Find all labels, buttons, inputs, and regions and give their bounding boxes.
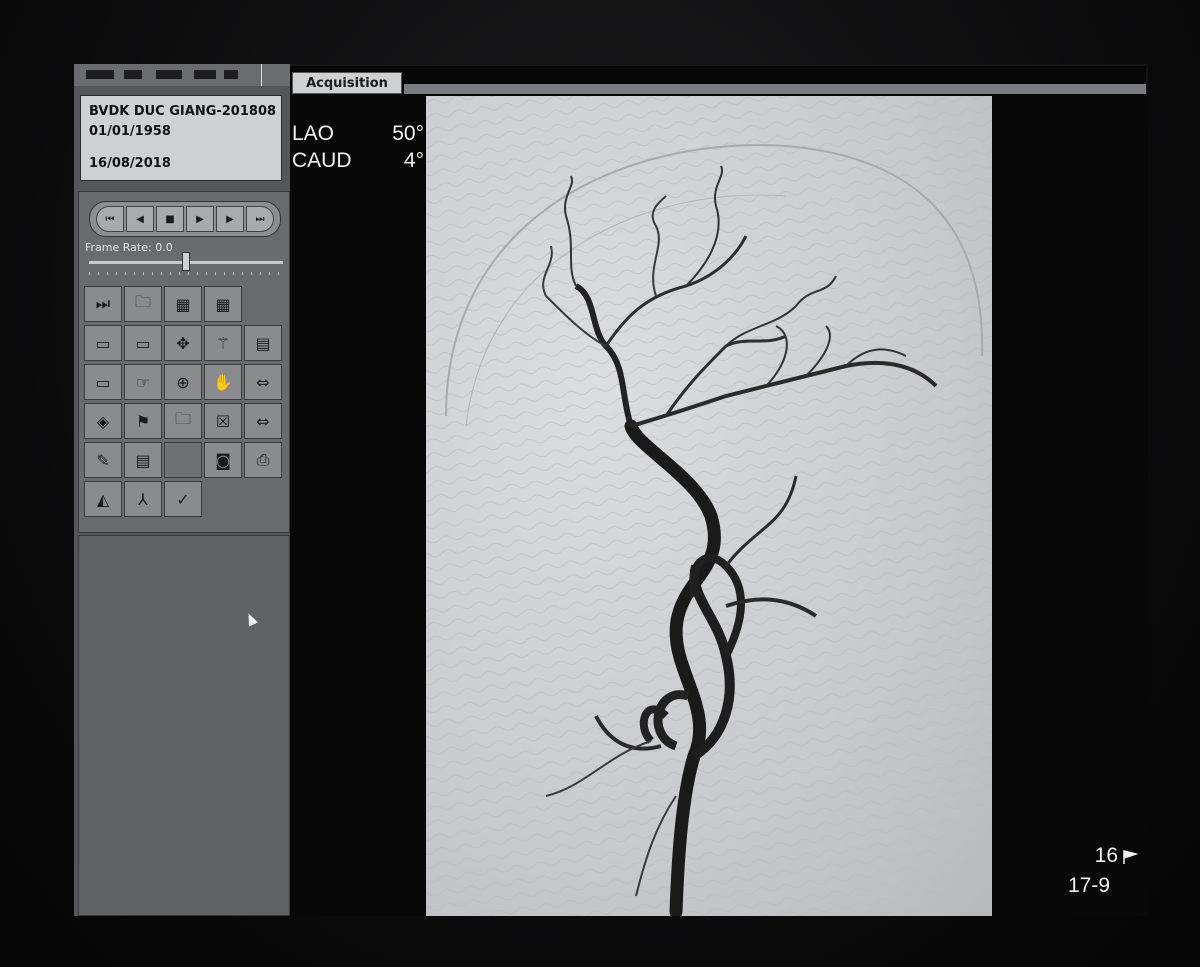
angle-row: LAO 50° <box>292 120 424 147</box>
zoom-image-button[interactable]: ⊕ <box>164 364 202 400</box>
skip-return-icon: ⏭ <box>95 294 111 313</box>
first-frame-icon: ⏮ <box>105 213 115 225</box>
playback-transport: ⏮ ◀ ■ ▶ ▶ ⏭ <box>89 201 281 237</box>
close-box-icon: ☒ <box>215 411 231 431</box>
patient-name: BVDK DUC GIANG-201808 <box>89 104 277 119</box>
print-film-button[interactable]: ▤ <box>244 325 282 361</box>
frame-grid-button[interactable]: ▦ <box>164 286 202 322</box>
zoom-image-icon: ⊕ <box>176 372 190 392</box>
skip-return-button[interactable]: ⏭ <box>84 286 122 322</box>
last-frame-button[interactable]: ⏭ <box>246 206 274 232</box>
angle-name: CAUD <box>292 149 352 172</box>
document-button[interactable]: ▤ <box>124 442 162 478</box>
logo-block <box>156 70 182 79</box>
angle-name: LAO <box>292 122 335 145</box>
monitor-button[interactable]: ▭ <box>84 325 122 361</box>
printer-button[interactable]: ⎙ <box>244 442 282 478</box>
vendor-logo <box>74 64 290 86</box>
monitor-export-icon: ▭ <box>135 333 151 353</box>
image-viewer[interactable]: LAO 50° CAUD 4° 16 17-9 <box>290 94 1148 916</box>
calendar-grid-icon: ▦ <box>215 294 231 314</box>
film-monitor-icon: ▭ <box>95 372 111 392</box>
curve-tool-button[interactable]: ✓ <box>164 481 202 517</box>
vessel-branch-icon: ⅄ <box>138 489 148 509</box>
frame-rate-slider-thumb[interactable] <box>182 252 190 271</box>
next-frame-button[interactable]: ▶ <box>216 206 244 232</box>
measure-stack-button[interactable]: ⇔ <box>244 403 282 439</box>
camera-button[interactable]: ◙ <box>204 442 242 478</box>
study-date: 16/08/2018 <box>89 156 171 171</box>
flag-icon: ⚑ <box>135 411 151 431</box>
mouse-pointer-icon <box>243 611 259 627</box>
body-measure-button[interactable]: ◭ <box>84 481 122 517</box>
edit-card-icon: ✎ <box>96 450 110 470</box>
curve-tool-icon: ✓ <box>176 489 190 509</box>
series-number: 17-9 <box>1067 874 1110 897</box>
folder-icon: 🗀 <box>174 408 191 428</box>
eye-angle-button[interactable]: ◈ <box>84 403 122 439</box>
slider-ticks <box>89 272 283 275</box>
logo-block <box>224 70 238 79</box>
flag-button[interactable]: ⚑ <box>124 403 162 439</box>
document-icon: ▤ <box>135 450 151 470</box>
folder-return-button[interactable]: 🗀 <box>124 286 162 322</box>
patient-birth-date: 01/01/1958 <box>89 124 171 139</box>
angiogram-image[interactable] <box>426 96 992 916</box>
angle-row: CAUD 4° <box>292 147 424 174</box>
angle-value: 4° <box>403 149 424 172</box>
vessel-branch-button[interactable]: ⅄ <box>124 481 162 517</box>
next-frame-icon: ▶ <box>226 213 234 225</box>
angiogram-vessels <box>426 96 992 916</box>
monitor-export-button[interactable]: ▭ <box>124 325 162 361</box>
text-cursor <box>261 64 262 86</box>
first-frame-button[interactable]: ⏮ <box>96 206 124 232</box>
hand-rotate-icon: ✋ <box>213 372 233 392</box>
frame-grid-icon: ▦ <box>175 294 191 314</box>
logo-block <box>86 70 114 79</box>
print-film-icon: ▤ <box>255 333 271 353</box>
screen: BVDK DUC GIANG-201808 01/01/1958 16/08/2… <box>74 64 1148 916</box>
angle-value: 50° <box>392 122 424 145</box>
camera-icon: ◙ <box>215 450 231 470</box>
gantry-angles: LAO 50° CAUD 4° <box>292 120 424 174</box>
eye-angle-icon: ◈ <box>96 411 110 431</box>
prev-frame-button[interactable]: ◀ <box>126 206 154 232</box>
skeleton-icon: ⚚ <box>215 333 231 353</box>
logo-block <box>124 70 142 79</box>
calendar-grid-button[interactable]: ▦ <box>204 286 242 322</box>
frame-number: 16 <box>1094 844 1118 867</box>
measure-button[interactable]: ⇔ <box>244 364 282 400</box>
printer-icon: ⎙ <box>256 450 270 469</box>
left-panel: BVDK DUC GIANG-201808 01/01/1958 16/08/2… <box>74 64 290 916</box>
hand-pointer-button[interactable]: ☞ <box>124 364 162 400</box>
review-controls: ⏮ ◀ ■ ▶ ▶ ⏭ Frame Rate: 0.0 ⏭ 🗀 ▦ ▦ ▭ ▭ … <box>78 191 290 533</box>
edit-card-button[interactable]: ✎ <box>84 442 122 478</box>
patient-info-box: BVDK DUC GIANG-201808 01/01/1958 16/08/2… <box>80 95 282 181</box>
frame-rate-label: Frame Rate: 0.0 <box>85 241 173 254</box>
measure-icon: ⇔ <box>256 372 270 392</box>
hand-rotate-button[interactable]: ✋ <box>204 364 242 400</box>
stop-icon: ■ <box>165 213 175 225</box>
skeleton-button[interactable]: ⚚ <box>204 325 242 361</box>
film-monitor-button[interactable]: ▭ <box>84 364 122 400</box>
body-measure-icon: ◭ <box>96 489 110 509</box>
flag-icon <box>1123 850 1138 864</box>
monitor-icon: ▭ <box>95 333 111 353</box>
lower-panel <box>78 535 290 916</box>
prev-frame-icon: ◀ <box>136 213 144 225</box>
move-cross-icon: ✥ <box>176 333 190 353</box>
play-button[interactable]: ▶ <box>186 206 214 232</box>
logo-block <box>194 70 216 79</box>
folder-return-icon: 🗀 <box>134 291 151 311</box>
stop-button[interactable]: ■ <box>156 206 184 232</box>
empty-slot <box>164 442 202 478</box>
move-cross-button[interactable]: ✥ <box>164 325 202 361</box>
play-icon: ▶ <box>196 213 204 225</box>
last-frame-icon: ⏭ <box>255 213 265 225</box>
hand-pointer-icon: ☞ <box>135 372 151 392</box>
tab-acquisition[interactable]: Acquisition <box>292 72 402 94</box>
measure-stack-icon: ⇔ <box>256 411 270 431</box>
close-box-button[interactable]: ☒ <box>204 403 242 439</box>
folder-button[interactable]: 🗀 <box>164 403 202 439</box>
